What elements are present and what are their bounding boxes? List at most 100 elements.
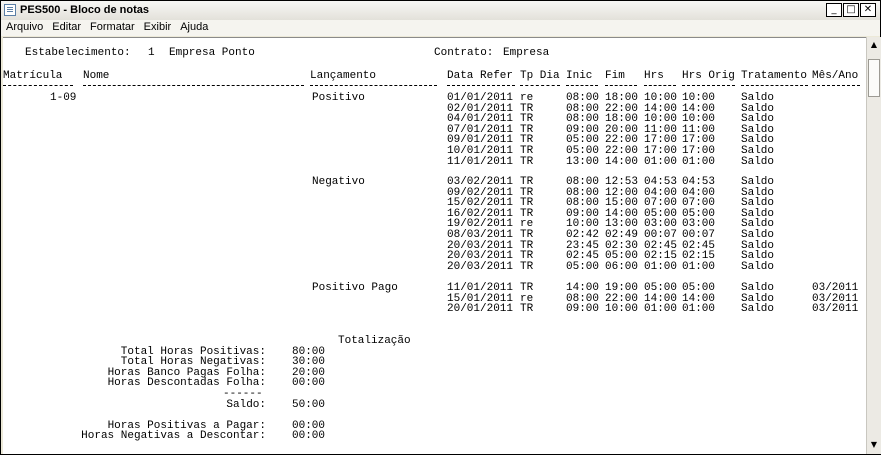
saldo-value: 50:00 [292, 399, 326, 411]
cell-hrs-orig: 00:07 [682, 229, 716, 241]
cell-fim: 22:00 [605, 145, 639, 157]
cell-inic: 08:00 [566, 176, 600, 188]
cell-fim: 12:53 [605, 176, 639, 188]
cell-fim: 18:00 [605, 92, 639, 104]
cell-fim: 10:00 [605, 303, 639, 316]
cell-hrs: 17:00 [644, 145, 678, 157]
cell-inic: 09:00 [566, 303, 600, 316]
totals-separator: ------ [223, 388, 263, 400]
cell-data-refer: 11/01/2011 [447, 282, 514, 294]
window-title: PES500 - Bloco de notas [20, 4, 149, 16]
menu-exibir[interactable]: Exibir [139, 20, 176, 36]
contrato-label: Contrato: [434, 47, 494, 59]
maximize-button[interactable]: □ [843, 3, 859, 17]
descontar-label: Horas Negativas a Descontar: [81, 430, 266, 442]
cell-tratamento: Saldo [741, 155, 775, 168]
cell-tp-dia: TR [520, 229, 534, 241]
header-separator [682, 85, 735, 87]
cell-inic: 13:00 [566, 155, 600, 168]
cell-mes-ano: 03/2011 [812, 282, 859, 294]
cell-hrs: 04:53 [644, 176, 678, 188]
cell-inic: 14:00 [566, 282, 600, 294]
cell-mes-ano: 03/2011 [812, 303, 859, 316]
cell-tp-dia: TR [520, 260, 534, 273]
cell-inic: 05:00 [566, 260, 600, 273]
col-data-refer: Data Refer [447, 70, 514, 82]
cell-tp-dia: TR [520, 176, 534, 188]
scroll-up-icon[interactable]: ▲ [868, 38, 880, 52]
col-nome: Nome [83, 70, 110, 82]
cell-tratamento: Saldo [741, 260, 775, 273]
title-bar[interactable]: PES500 - Bloco de notas _ □ ✕ [1, 1, 880, 21]
menu-formatar[interactable]: Formatar [85, 20, 139, 36]
cell-hrs: 01:00 [644, 155, 678, 168]
cell-tratamento: Saldo [741, 303, 775, 316]
cell-fim: 06:00 [605, 260, 639, 273]
header-separator [644, 85, 676, 87]
cell-hrs-orig: 01:00 [682, 303, 716, 316]
cell-tp-dia: TR [520, 282, 534, 294]
col-tratamento: Tratamento [741, 70, 808, 82]
cell-tratamento: Saldo [741, 145, 775, 157]
header-separator [447, 85, 515, 87]
cell-data-refer: 11/01/2011 [447, 155, 514, 168]
notepad-window: PES500 - Bloco de notas _ □ ✕ Arquivo Ed… [0, 0, 881, 455]
total-label: Total Horas Negativas: [120, 356, 266, 368]
descontar-value: 00:00 [292, 430, 326, 442]
totals-heading: Totalização [338, 335, 411, 347]
contrato-value: Empresa [503, 47, 550, 59]
close-button[interactable]: ✕ [860, 3, 876, 17]
scroll-down-icon[interactable]: ▼ [868, 438, 880, 452]
cell-inic: 02:42 [566, 229, 600, 241]
notepad-icon [4, 4, 16, 16]
col-matricula: Matrícula [3, 70, 63, 82]
cell-hrs-orig: 01:00 [682, 260, 716, 273]
cell-hrs-orig: 10:00 [682, 92, 716, 104]
header-separator [520, 85, 560, 87]
cell-hrs: 01:00 [644, 303, 678, 316]
header-separator [310, 85, 437, 87]
cell-data-refer: 08/03/2011 [447, 229, 514, 241]
cell-tratamento: Saldo [741, 229, 775, 241]
cell-hrs-orig: 01:00 [682, 155, 716, 168]
cell-tratamento: Saldo [741, 282, 775, 294]
window-controls: _ □ ✕ [826, 3, 876, 17]
cell-inic: 05:00 [566, 145, 600, 157]
lancamento-label: Positivo [312, 92, 365, 104]
cell-data-refer: 10/01/2011 [447, 145, 514, 157]
col-hrs: Hrs [644, 70, 664, 82]
header-separator [812, 85, 860, 87]
cell-hrs-orig: 04:53 [682, 176, 716, 188]
col-inic: Inic [566, 70, 593, 82]
col-fim: Fim [605, 70, 625, 82]
cell-tratamento: Saldo [741, 176, 775, 188]
cell-fim: 14:00 [605, 155, 639, 168]
menu-arquivo[interactable]: Arquivo [1, 20, 47, 36]
cell-data-refer: 01/01/2011 [447, 92, 514, 104]
header-separator [605, 85, 637, 87]
menu-bar: Arquivo Editar Formatar Exibir Ajuda [1, 20, 880, 36]
cell-hrs: 00:07 [644, 229, 678, 241]
menu-ajuda[interactable]: Ajuda [175, 20, 212, 36]
cell-fim: 02:49 [605, 229, 639, 241]
header-separator [3, 85, 73, 87]
matricula-value: 1-09 [50, 92, 77, 104]
cell-tp-dia: re [520, 92, 534, 104]
estabelecimento-label: Estabelecimento: [25, 47, 131, 59]
cell-fim: 19:00 [605, 282, 639, 294]
col-mes-ano: Mês/Ano [812, 70, 859, 82]
minimize-button[interactable]: _ [826, 3, 842, 17]
scroll-thumb[interactable] [868, 59, 880, 97]
col-hrs-orig: Hrs Orig [682, 70, 735, 82]
cell-tp-dia: TR [520, 155, 534, 168]
cell-data-refer: 03/02/2011 [447, 176, 514, 188]
vertical-scrollbar[interactable]: ▲ ▼ [866, 37, 881, 454]
cell-inic: 08:00 [566, 92, 600, 104]
lancamento-label: Positivo Pago [312, 282, 398, 294]
col-lancamento: Lançamento [310, 70, 377, 82]
total-value: 30:00 [292, 356, 326, 368]
cell-hrs-orig: 17:00 [682, 145, 716, 157]
menu-editar[interactable]: Editar [47, 20, 85, 36]
cell-data-refer: 20/03/2011 [447, 260, 514, 273]
text-editor-area[interactable]: Estabelecimento: 1 Empresa Ponto Contrat… [3, 37, 866, 454]
